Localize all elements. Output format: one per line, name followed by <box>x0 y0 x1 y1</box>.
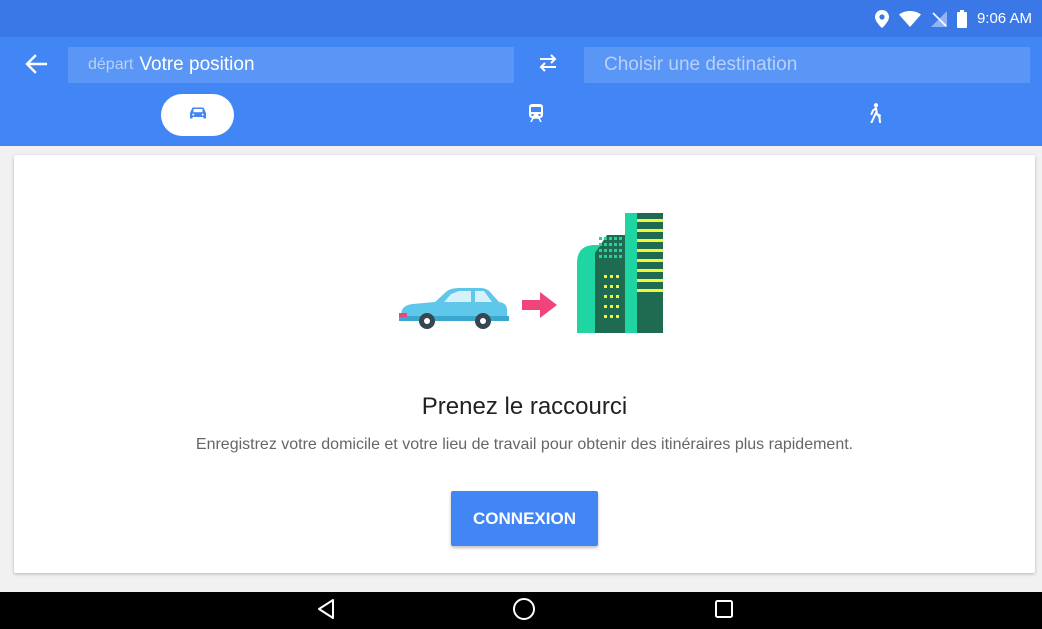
nav-home-button[interactable] <box>510 597 538 625</box>
tab-transit[interactable] <box>516 94 556 136</box>
tab-driving[interactable] <box>161 94 234 136</box>
status-time: 9:06 AM <box>976 10 1032 27</box>
circle-home-icon <box>512 597 536 626</box>
car-icon <box>189 106 206 125</box>
shortcut-card: Prenez le raccourci Enregistrez votre do… <box>14 155 1035 573</box>
directions-toolbar: départ Votre position Choisir une destin… <box>0 37 1042 146</box>
destination-field[interactable]: Choisir une destination <box>584 47 1030 83</box>
card-description: Enregistrez votre domicile et votre lieu… <box>195 436 854 453</box>
buildings-icon <box>577 213 663 333</box>
destination-placeholder: Choisir une destination <box>604 54 798 75</box>
walking-icon <box>868 102 882 128</box>
tab-walking[interactable] <box>855 94 895 136</box>
nav-recents-button[interactable] <box>710 597 738 625</box>
shortcut-illustration <box>399 213 663 343</box>
battery-icon <box>956 9 967 28</box>
back-button[interactable] <box>18 51 54 81</box>
no-signal-icon <box>930 10 947 27</box>
arrow-left-icon <box>25 53 48 79</box>
square-recents-icon <box>714 599 734 624</box>
location-icon <box>874 9 889 28</box>
navigation-bar <box>0 592 1042 629</box>
card-title: Prenez le raccourci <box>421 393 628 420</box>
swap-arrows-icon <box>536 53 560 78</box>
nav-back-button[interactable] <box>312 597 340 625</box>
car-icon <box>399 288 509 329</box>
swap-button[interactable] <box>532 50 564 80</box>
triangle-back-icon <box>316 598 336 625</box>
origin-field[interactable]: départ Votre position <box>68 47 514 83</box>
origin-value: Votre position <box>139 54 255 75</box>
status-bar: 9:06 AM <box>0 0 1042 37</box>
wifi-icon <box>898 10 921 27</box>
train-icon <box>528 103 544 127</box>
arrow-right-icon <box>522 292 557 318</box>
login-button[interactable]: CONNEXION <box>451 491 598 546</box>
origin-prefix: départ <box>88 56 134 73</box>
